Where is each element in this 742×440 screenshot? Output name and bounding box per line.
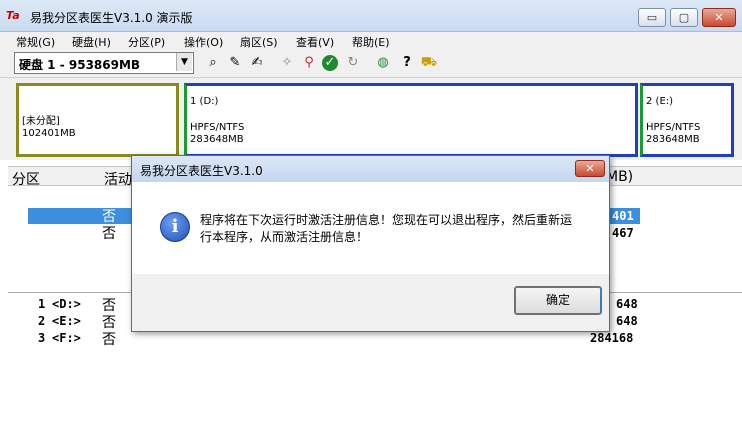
size-cell: 648 <box>616 297 638 311</box>
app-logo-icon: Ta <box>6 9 20 22</box>
table-row[interactable]: 3 <F:> 否 284168 <box>38 331 642 348</box>
partition-drive: <D:> <box>52 297 81 311</box>
active-cell: 否 <box>102 332 116 348</box>
partition-type: HPFS/NTFS <box>646 122 701 133</box>
window-title: 易我分区表医生V3.1.0 演示版 <box>30 11 193 25</box>
size-cell: 648 <box>616 314 638 328</box>
partition-size: 283648MB <box>190 134 244 145</box>
write-icon[interactable]: ✍ <box>248 54 266 72</box>
partition-block-e[interactable]: 2 (E:) HPFS/NTFS 283648MB <box>640 83 734 157</box>
column-header-partition[interactable]: 分区 <box>12 169 40 189</box>
partition-drive: <F:> <box>52 331 81 345</box>
dialog-close-button[interactable]: ✕ <box>575 160 605 177</box>
partition-number: 1 <box>38 297 46 311</box>
message-dialog: 易我分区表医生V3.1.0 ✕ i 程序将在下次运行时激活注册信息！您现在可以退… <box>131 155 610 332</box>
menu-disk[interactable]: 硬盘(H) <box>72 34 111 50</box>
menu-partition[interactable]: 分区(P) <box>128 34 165 50</box>
partition-block-d[interactable]: 1 (D:) HPFS/NTFS 283648MB <box>184 83 638 157</box>
disk-map: [未分配] 102401MB 1 (D:) HPFS/NTFS 283648MB… <box>0 78 742 160</box>
globe-icon[interactable]: ◍ <box>374 54 392 72</box>
edit-partition-icon[interactable]: ✎ <box>226 54 244 72</box>
ok-button[interactable]: 确定 <box>514 286 602 315</box>
dialog-body: i 程序将在下次运行时激活注册信息！您现在可以退出程序，然后重新运行本程序，从而… <box>132 182 609 274</box>
dialog-title: 易我分区表医生V3.1.0 <box>140 164 263 178</box>
chevron-down-icon[interactable]: ▼ <box>176 53 192 71</box>
partition-size: 283648MB <box>646 134 700 145</box>
partition-number: 3 <box>38 331 46 345</box>
size-cell: 284168 <box>590 331 634 345</box>
size-cell: 467 <box>612 226 634 240</box>
column-header-active[interactable]: 活动 <box>104 169 132 189</box>
partition-label: 2 (E:) <box>646 96 674 107</box>
scan-icon[interactable]: ⚲ <box>300 54 318 72</box>
partition-block-unallocated[interactable]: [未分配] 102401MB <box>16 83 179 157</box>
partition-type: HPFS/NTFS <box>190 122 245 133</box>
menu-operation[interactable]: 操作(O) <box>184 34 223 50</box>
partition-type: [未分配] <box>22 116 60 127</box>
partition-label: 1 (D:) <box>190 96 219 107</box>
menu-bar: 常规(G) 硬盘(H) 分区(P) 操作(O) 扇区(S) 查看(V) 帮助(E… <box>0 32 742 50</box>
search-disk-icon[interactable]: ⌕ <box>204 54 222 72</box>
minimize-button[interactable]: ▭ <box>638 8 666 27</box>
partition-size: 102401MB <box>22 128 76 139</box>
help-icon[interactable]: ? <box>398 54 416 72</box>
toolbar: 硬盘 1 - 953869MB ▼ ⌕ ✎ ✍ ✧ ⚲ ✓ ↻ ◍ ? ⛟ <box>0 50 742 78</box>
menu-help[interactable]: 帮助(E) <box>352 34 390 50</box>
partition-number: 2 <box>38 314 46 328</box>
wand-icon[interactable]: ✧ <box>278 54 296 72</box>
partition-drive: <E:> <box>52 314 81 328</box>
info-icon: i <box>160 212 190 242</box>
active-cell: 否 <box>102 226 116 242</box>
menu-general[interactable]: 常规(G) <box>16 34 55 50</box>
refresh-icon[interactable]: ↻ <box>344 54 362 72</box>
column-header-size[interactable]: MB) <box>606 169 633 185</box>
menu-view[interactable]: 查看(V) <box>296 34 334 50</box>
maximize-button[interactable]: ▢ <box>670 8 698 27</box>
menu-sector[interactable]: 扇区(S) <box>240 34 278 50</box>
check-icon[interactable]: ✓ <box>322 55 338 71</box>
title-bar: Ta 易我分区表医生V3.1.0 演示版 ▭ ▢ ✕ <box>0 0 742 32</box>
dialog-title-bar: 易我分区表医生V3.1.0 ✕ <box>132 156 609 182</box>
cart-icon[interactable]: ⛟ <box>420 54 438 72</box>
size-cell: 401 <box>612 209 634 223</box>
close-button[interactable]: ✕ <box>702 8 736 27</box>
dialog-message: 程序将在下次运行时激活注册信息！您现在可以退出程序，然后重新运行本程序，从而激活… <box>200 213 573 244</box>
disk-select[interactable]: 硬盘 1 - 953869MB <box>14 52 194 74</box>
